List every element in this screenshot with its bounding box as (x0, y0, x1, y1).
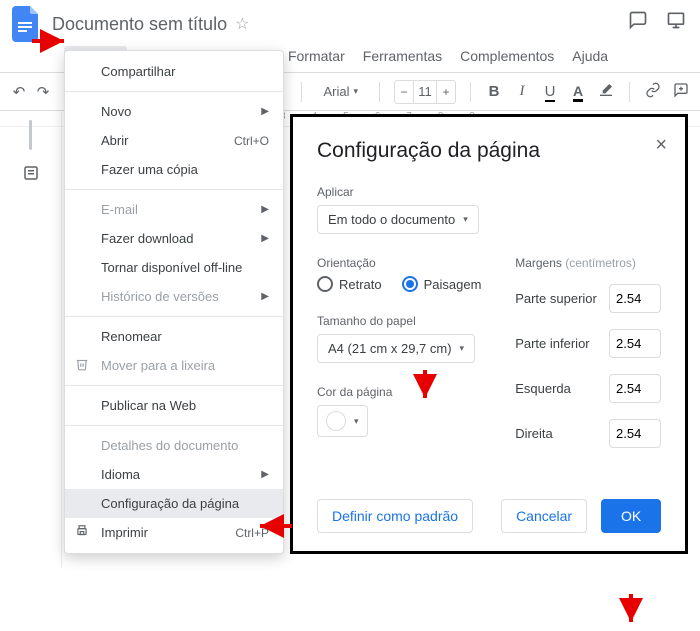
file-menu-publicar-na-web[interactable]: Publicar na Web (65, 391, 283, 420)
menu-item-label: Detalhes do documento (101, 438, 238, 453)
menu-item-label: Idioma (101, 467, 140, 482)
outline-handle[interactable] (29, 120, 32, 150)
annotation-arrow-page-setup (254, 515, 294, 540)
menu-item-label: Fazer download (101, 231, 194, 246)
page-setup-dialog: × Configuração da página Aplicar Em todo… (290, 114, 688, 554)
ok-button[interactable]: OK (601, 499, 661, 533)
menu-item-label: Imprimir (101, 525, 148, 540)
present-icon[interactable] (666, 10, 686, 33)
menu-item-label: E-mail (101, 202, 138, 217)
menu-item-label: Renomear (101, 329, 162, 344)
file-menu-tornar-dispon-vel-off-line[interactable]: Tornar disponível off-line (65, 253, 283, 282)
orientation-portrait-radio[interactable]: Retrato (317, 276, 382, 292)
chevron-right-icon: ▶ (261, 233, 269, 244)
margin-bottom-label: Parte inferior (515, 336, 589, 351)
menu-ferramentas[interactable]: Ferramentas (355, 46, 450, 66)
paper-size-label: Tamanho do papel (317, 314, 495, 328)
file-menu-imprimir[interactable]: ImprimirCtrl+P (65, 518, 283, 547)
comment-add-icon[interactable] (672, 82, 690, 102)
chevron-right-icon: ▶ (261, 106, 269, 117)
file-menu-dropdown: Compartilhar Novo ▶ Abrir Ctrl+O Fazer uma có… (64, 50, 284, 554)
menu-formatar[interactable]: Formatar (280, 46, 353, 66)
file-menu-detalhes-do-documento: Detalhes do documento (65, 431, 283, 460)
orientation-landscape-radio[interactable]: Paisagem (402, 276, 482, 292)
apply-dropdown[interactable]: Em todo o documento▾ (317, 205, 479, 234)
color-swatch (326, 411, 346, 431)
file-menu-novo[interactable]: Novo ▶ (65, 97, 283, 126)
apply-label: Aplicar (317, 185, 661, 199)
underline-icon[interactable]: U (541, 83, 559, 100)
menu-item-label: Abrir (101, 133, 128, 148)
font-size-stepper[interactable]: − 11 + (394, 80, 456, 104)
close-icon[interactable]: × (655, 135, 667, 155)
page-color-label: Cor da página (317, 385, 495, 399)
italic-icon[interactable]: I (513, 83, 531, 100)
file-menu-e-mail: E-mail ▶ (65, 195, 283, 224)
margins-label: Margens (centímetros) (515, 256, 661, 270)
menu-item-label: Novo (101, 104, 131, 119)
page-color-dropdown[interactable]: ▾ (317, 405, 368, 437)
link-icon[interactable] (644, 82, 662, 102)
chevron-right-icon: ▶ (261, 204, 269, 215)
trash-icon (75, 357, 89, 374)
menu-ajuda[interactable]: Ajuda (564, 46, 616, 66)
margin-left-input[interactable] (609, 374, 661, 403)
file-menu-idioma[interactable]: Idioma ▶ (65, 460, 283, 489)
redo-icon[interactable]: ↷ (34, 83, 52, 101)
font-size-inc[interactable]: + (437, 81, 455, 103)
menu-item-label: Configuração da página (101, 496, 239, 511)
font-family-dropdown[interactable]: Arial▾ (316, 80, 365, 103)
set-default-button[interactable]: Definir como padrão (317, 499, 473, 533)
margin-right-label: Direita (515, 426, 553, 441)
margin-top-input[interactable] (609, 284, 661, 313)
print-icon (75, 524, 89, 541)
outline-icon[interactable] (22, 164, 40, 187)
menu-item-label: Tornar disponível off-line (101, 260, 242, 275)
margin-left-label: Esquerda (515, 381, 571, 396)
annotation-arrow-landscape (414, 368, 436, 407)
menu-item-label: Fazer uma cópia (101, 162, 198, 177)
menu-item-label: Mover para a lixeira (101, 358, 215, 373)
bold-icon[interactable]: B (485, 83, 503, 100)
menu-item-label: Compartilhar (101, 64, 175, 79)
file-menu-hist-rico-de-vers-es: Histórico de versões ▶ (65, 282, 283, 311)
text-color-icon[interactable]: A (569, 83, 587, 100)
left-gutter (0, 112, 62, 568)
undo-icon[interactable]: ↶ (10, 83, 28, 101)
font-size-dec[interactable]: − (395, 81, 413, 103)
file-menu-fazer-uma-c-pia[interactable]: Fazer uma cópia (65, 155, 283, 184)
margin-bottom-input[interactable] (609, 329, 661, 358)
margin-right-input[interactable] (609, 419, 661, 448)
annotation-arrow-file-menu (30, 30, 70, 55)
orientation-label: Orientação (317, 256, 495, 270)
file-menu-fazer-download[interactable]: Fazer download ▶ (65, 224, 283, 253)
margin-top-label: Parte superior (515, 291, 597, 306)
star-icon[interactable]: ☆ (235, 14, 249, 34)
highlight-icon[interactable] (597, 82, 615, 102)
annotation-arrow-ok (620, 592, 642, 631)
file-menu-abrir[interactable]: Abrir Ctrl+O (65, 126, 283, 155)
file-menu-configura-o-da-p-gina[interactable]: Configuração da página (65, 489, 283, 518)
paper-size-dropdown[interactable]: A4 (21 cm x 29,7 cm)▾ (317, 334, 475, 363)
file-menu-mover-para-a-lixeira: Mover para a lixeira (65, 351, 283, 380)
menu-item-label: Histórico de versões (101, 289, 219, 304)
cancel-button[interactable]: Cancelar (501, 499, 587, 533)
file-menu-renomear[interactable]: Renomear (65, 322, 283, 351)
font-size-value[interactable]: 11 (413, 81, 437, 103)
file-menu-compartilhar[interactable]: Compartilhar (65, 57, 283, 86)
dialog-title: Configuração da página (317, 139, 661, 163)
menu-complementos[interactable]: Complementos (452, 46, 562, 66)
menu-item-label: Publicar na Web (101, 398, 196, 413)
shortcut-label: Ctrl+O (234, 134, 269, 148)
chevron-right-icon: ▶ (261, 291, 269, 302)
doc-title[interactable]: Documento sem título (52, 14, 227, 35)
comments-icon[interactable] (628, 10, 648, 33)
chevron-right-icon: ▶ (261, 469, 269, 480)
